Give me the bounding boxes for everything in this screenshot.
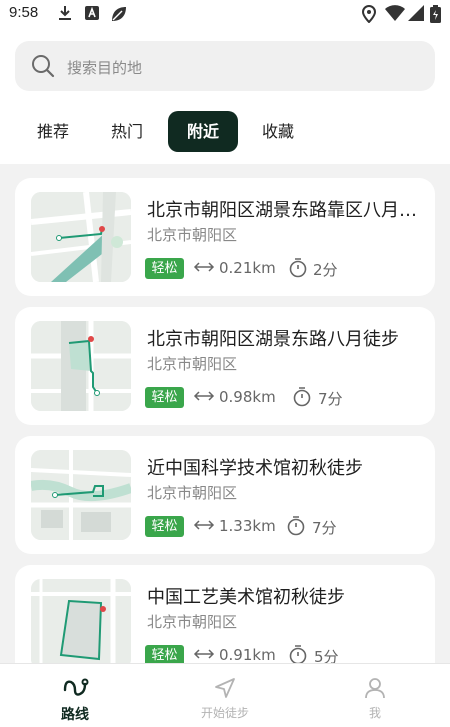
distance-icon: [193, 520, 215, 530]
route-card[interactable]: 北京市朝阳区湖景东路靠区八月… 北京市朝阳区 轻松 0.21km 2分: [15, 178, 435, 296]
distance-icon: [193, 262, 215, 272]
header-area: 9:58 搜索目的地 推荐 热门 附近 收藏: [0, 0, 450, 164]
nav-item-start-hike[interactable]: 开始徒步: [185, 664, 265, 727]
battery-icon: [430, 5, 441, 23]
timer-icon: [287, 516, 305, 536]
search-icon: [32, 55, 55, 78]
route-distance: 0.91km: [219, 646, 276, 664]
route-icon: [63, 678, 89, 696]
search-input[interactable]: 搜索目的地: [15, 41, 435, 91]
difficulty-badge: 轻松: [145, 516, 184, 537]
download-icon: [59, 6, 71, 20]
leaf-icon: [112, 7, 126, 21]
route-card[interactable]: 近中国科学技术馆初秋徒步 北京市朝阳区 轻松 1.33km 7分: [15, 436, 435, 554]
route-title: 近中国科学技术馆初秋徒步: [147, 458, 363, 479]
route-distance: 0.21km: [219, 259, 276, 277]
route-duration: 2分: [313, 261, 338, 279]
status-bar: 9:58: [0, 0, 450, 30]
location-icon: [362, 5, 376, 23]
timer-icon: [293, 387, 311, 407]
distance-icon: [193, 649, 215, 659]
nav-label: 开始徒步: [200, 706, 249, 720]
route-location: 北京市朝阳区: [147, 355, 238, 373]
difficulty-badge: 轻松: [145, 387, 184, 408]
bottom-nav: 路线 开始徒步 我: [0, 663, 450, 727]
nav-label: 我: [368, 706, 381, 720]
route-map-thumbnail: [31, 579, 131, 669]
route-distance: 1.33km: [219, 517, 276, 535]
route-location: 北京市朝阳区: [147, 613, 238, 631]
app-a-icon: [85, 6, 99, 20]
route-location: 北京市朝阳区: [147, 226, 238, 244]
difficulty-badge: 轻松: [145, 258, 184, 279]
nav-item-me[interactable]: 我: [335, 664, 415, 727]
route-title: 北京市朝阳区湖景东路靠区八月…: [147, 200, 417, 221]
tab-recommend[interactable]: 推荐: [22, 111, 84, 152]
route-duration: 7分: [312, 519, 337, 537]
route-duration: 7分: [318, 390, 343, 408]
timer-icon: [289, 258, 307, 278]
route-location: 北京市朝阳区: [147, 484, 238, 502]
tab-favorites[interactable]: 收藏: [247, 111, 309, 152]
tab-popular[interactable]: 热门: [96, 111, 158, 152]
route-map-thumbnail: [31, 321, 131, 411]
route-distance: 0.98km: [219, 388, 276, 406]
signal-icon: [408, 5, 424, 21]
route-title: 北京市朝阳区湖景东路八月徒步: [147, 329, 399, 350]
route-map-thumbnail: [31, 192, 131, 282]
route-map-thumbnail: [31, 450, 131, 540]
status-time: 9:58: [9, 4, 39, 21]
tab-nearby[interactable]: 附近: [168, 111, 238, 152]
nav-label: 路线: [61, 707, 89, 723]
timer-icon: [289, 645, 307, 665]
person-icon: [365, 678, 385, 699]
distance-icon: [193, 391, 215, 401]
wifi-icon: [385, 5, 405, 21]
route-title: 中国工艺美术馆初秋徒步: [147, 587, 345, 608]
route-card[interactable]: 北京市朝阳区湖景东路八月徒步 北京市朝阳区 轻松 0.98km 7分: [15, 307, 435, 425]
nav-item-routes[interactable]: 路线: [35, 664, 115, 727]
navigation-icon: [215, 678, 235, 698]
search-placeholder: 搜索目的地: [67, 59, 143, 77]
